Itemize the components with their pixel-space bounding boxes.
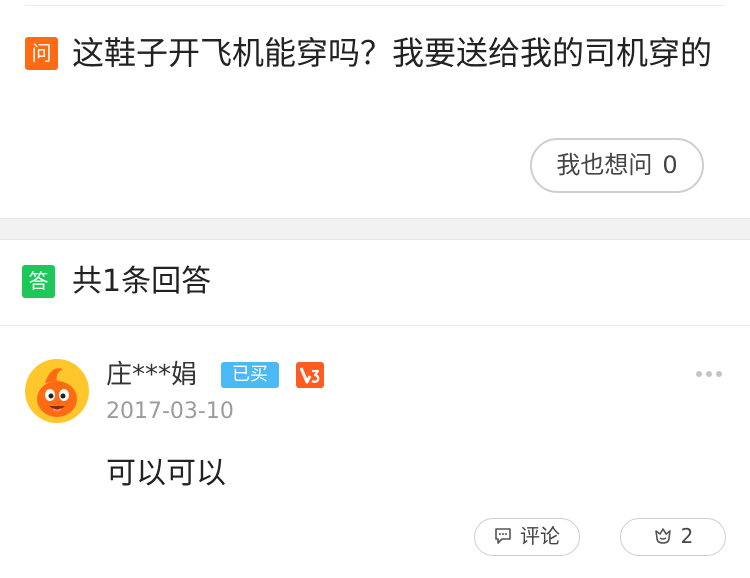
like-count: 2 [680,524,694,548]
comment-label: 评论 [520,524,560,548]
like-button[interactable]: 2 [620,518,726,556]
answer-badge: 答 [22,265,55,298]
username: 庄***娟 [106,360,198,390]
question-text: 这鞋子开飞机能穿吗？我要送给我的司机穿的 [72,34,713,72]
more-options-icon[interactable] [694,366,724,382]
avatar[interactable] [25,359,89,423]
answer-date: 2017-03-10 [106,399,234,424]
qa-page: 问 这鞋子开飞机能穿吗？我要送给我的司机穿的 我也想问 0 答 共1条回答 庄**… [0,0,750,578]
answers-count-title: 共1条回答 [72,264,212,299]
ask-too-count: 0 [662,151,678,179]
level-v3-icon [296,362,324,388]
answers-divider [0,325,750,326]
comment-button[interactable]: 评论 [474,518,580,556]
ask-too-button[interactable]: 我也想问 0 [530,138,704,193]
ask-too-label: 我也想问 [556,151,653,179]
comment-icon [495,528,511,544]
section-separator [0,218,750,240]
question-badge: 问 [25,37,58,70]
bought-badge: 已买 [221,362,279,388]
top-divider [25,5,725,6]
like-flower-icon [654,528,671,544]
answer-text: 可以可以 [106,456,226,491]
